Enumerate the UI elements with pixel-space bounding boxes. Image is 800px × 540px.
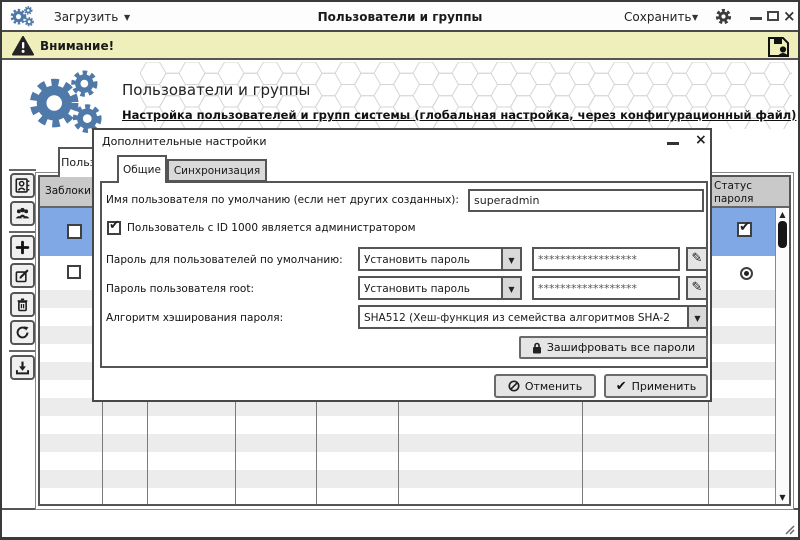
edit-default-password-button[interactable]: ✎ (686, 247, 708, 271)
import-button[interactable] (10, 355, 35, 380)
user-card-icon (15, 178, 30, 193)
radio-dot-icon (744, 271, 749, 276)
titlebar: Загрузить ▼ Пользователи и группы Сохран… (2, 2, 798, 32)
users-groups-logo-icon (22, 70, 102, 138)
user-groups-button[interactable] (10, 201, 35, 226)
root-password-mode-value: Установить пароль (360, 278, 501, 298)
additional-settings-dialog: Дополнительные настройки × Общие Синхрон… (92, 128, 712, 402)
default-password-label: Пароль для пользователей по умолчанию: (106, 254, 343, 266)
vertical-scrollbar[interactable]: ▲ ▼ (775, 208, 789, 504)
toolbar-divider (9, 169, 36, 171)
edit-root-password-button[interactable]: ✎ (686, 276, 708, 300)
encrypt-all-passwords-button[interactable]: Зашифровать все пароли (519, 336, 708, 359)
row2-blocked-checkbox[interactable] (67, 265, 81, 279)
scrollbar-thumb[interactable] (778, 221, 787, 248)
root-password-mode-select[interactable]: Установить пароль ▼ (358, 276, 522, 300)
warning-triangle-icon (12, 36, 34, 56)
scroll-up-icon[interactable]: ▲ (776, 210, 789, 219)
lock-icon (532, 342, 542, 354)
users-group-icon (15, 206, 30, 221)
dialog-title: Дополнительные настройки (102, 135, 267, 148)
cancel-icon (508, 380, 520, 392)
chevron-down-icon[interactable]: ▼ (687, 307, 706, 327)
pencil-icon: ✎ (692, 251, 703, 266)
default-username-label: Имя пользователя по умолчанию (если нет … (106, 194, 459, 206)
resize-grip-icon[interactable] (784, 524, 795, 535)
tab-general-label: Общие (123, 164, 161, 176)
default-password-mode-value: Установить пароль (360, 249, 501, 269)
default-username-input[interactable] (468, 189, 704, 212)
save-caret-icon[interactable]: ▼ (692, 13, 698, 22)
warning-label: Внимание! (40, 39, 114, 53)
apply-check-icon: ✔ (616, 379, 627, 394)
warning-bar: Внимание! (2, 32, 798, 60)
apply-button-label: Применить (632, 380, 697, 393)
admin-id1000-checkbox[interactable]: ✔ (107, 221, 121, 235)
maximize-button[interactable] (767, 11, 779, 21)
minimize-button[interactable] (750, 17, 762, 20)
pencil-icon: ✎ (692, 280, 703, 295)
root-password-input[interactable] (532, 276, 680, 300)
trash-icon (15, 297, 30, 312)
scroll-down-icon[interactable]: ▼ (776, 493, 789, 502)
status-bar (2, 508, 798, 539)
default-password-input[interactable] (532, 247, 680, 271)
page-subtitle: Настройка пользователей и групп системы … (122, 108, 796, 122)
delete-user-button[interactable] (10, 292, 35, 317)
hash-algorithm-value: SHA512 (Хеш-функция из семейства алгорит… (360, 307, 687, 327)
cancel-button-label: Отменить (525, 380, 582, 393)
check-icon: ✔ (109, 218, 120, 233)
hash-algorithm-select[interactable]: SHA512 (Хеш-функция из семейства алгорит… (358, 305, 708, 329)
root-password-label: Пароль пользователя root: (106, 283, 254, 295)
save-menu-button[interactable]: Сохранить (624, 10, 692, 24)
general-settings-panel: Имя пользователя по умолчанию (если нет … (100, 181, 708, 368)
download-icon (15, 360, 30, 375)
encrypt-all-passwords-label: Зашифровать все пароли (547, 341, 695, 354)
row2-password-status-radio[interactable] (740, 267, 753, 280)
refresh-icon (15, 325, 30, 340)
check-icon: ✔ (739, 219, 751, 235)
toolbar-divider (9, 350, 36, 352)
apply-button[interactable]: ✔ Применить (604, 374, 708, 398)
plus-icon (15, 240, 30, 255)
cancel-button[interactable]: Отменить (494, 374, 596, 398)
row1-password-status-checkbox[interactable]: ✔ (737, 222, 752, 237)
page-title: Пользователи и группы (122, 81, 310, 99)
column-header-password-status[interactable]: Статус пароля (714, 180, 778, 206)
dialog-close-button[interactable]: × (695, 132, 707, 148)
settings-gear-icon[interactable] (714, 7, 733, 26)
tab-synchronization-label: Синхронизация (174, 165, 260, 177)
user-card-button[interactable] (10, 173, 35, 198)
toolbar-divider (9, 231, 36, 233)
chevron-down-icon[interactable]: ▼ (501, 278, 520, 298)
admin-id1000-label: Пользователь с ID 1000 является админист… (127, 222, 416, 234)
app-window: Загрузить ▼ Пользователи и группы Сохран… (0, 0, 800, 540)
add-user-button[interactable] (10, 235, 35, 260)
hash-algorithm-label: Алгоритм хэширования пароля: (106, 312, 283, 324)
row1-blocked-checkbox[interactable] (67, 224, 82, 239)
refresh-button[interactable] (10, 320, 35, 345)
tab-synchronization[interactable]: Синхронизация (167, 159, 267, 182)
close-button[interactable]: × (783, 9, 796, 24)
tab-general[interactable]: Общие (117, 155, 167, 183)
save-users-icon[interactable] (766, 35, 791, 58)
edit-pencil-icon (15, 268, 30, 283)
dialog-minimize-button[interactable] (667, 142, 679, 145)
default-password-mode-select[interactable]: Установить пароль ▼ (358, 247, 522, 271)
edit-user-button[interactable] (10, 263, 35, 288)
chevron-down-icon[interactable]: ▼ (501, 249, 520, 269)
